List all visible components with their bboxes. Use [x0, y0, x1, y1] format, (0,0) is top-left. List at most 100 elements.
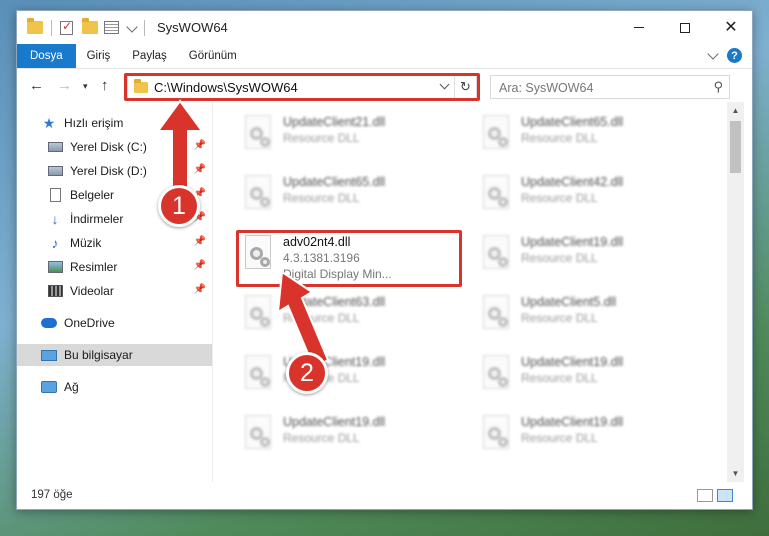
music-icon: ♪: [51, 235, 59, 251]
close-button[interactable]: ✕: [708, 11, 754, 44]
file-item[interactable]: UpdateClient65.dll Resource DLL: [473, 111, 698, 163]
file-item[interactable]: UpdateClient21.dll Resource DLL: [235, 111, 460, 163]
sidebar-item-network[interactable]: Ağ: [17, 376, 212, 398]
maximize-icon: [680, 22, 690, 33]
file-type: Resource DLL: [283, 131, 360, 145]
customize-toolbar-chevron-icon[interactable]: [126, 20, 138, 33]
tab-home[interactable]: Giriş: [76, 44, 122, 68]
sidebar-item-label: Belgeler: [70, 188, 115, 202]
file-type: Resource DLL: [521, 191, 598, 205]
file-type: Resource DLL: [283, 431, 360, 445]
sidebar-item-label: Yerel Disk (D:): [70, 164, 147, 178]
maximize-button[interactable]: [662, 11, 708, 44]
item-count: 197 öğe: [31, 489, 73, 501]
help-icon[interactable]: ?: [727, 48, 742, 63]
sidebar-item-videos[interactable]: Videolar 📌: [17, 280, 212, 302]
window-title: SysWOW64: [157, 20, 228, 35]
dll-file-icon: [241, 415, 275, 457]
drive-icon: [47, 140, 63, 154]
dll-file-icon: [479, 175, 513, 217]
recent-locations-chevron-icon[interactable]: ▾: [83, 81, 88, 92]
search-box[interactable]: Ara: SysWOW64 ⚲: [490, 75, 730, 99]
file-name: UpdateClient42.dll: [521, 175, 624, 189]
explorer-window: SysWOW64 ✕ Dosya Giriş Paylaş Görünüm ? …: [16, 10, 753, 510]
expand-ribbon-chevron-icon[interactable]: [707, 48, 719, 60]
tab-share[interactable]: Paylaş: [121, 44, 178, 68]
pictures-icon: [47, 260, 63, 274]
new-folder-icon[interactable]: [82, 18, 98, 35]
ribbon-tabs: Dosya Giriş Paylaş Görünüm: [17, 44, 752, 68]
folder-icon: [27, 18, 43, 35]
sidebar-item-this-pc[interactable]: Bu bilgisayar: [17, 344, 212, 366]
file-name: UpdateClient19.dll: [521, 355, 624, 369]
star-icon: ★: [42, 114, 56, 131]
minimize-button[interactable]: [616, 11, 662, 44]
file-type: Resource DLL: [521, 251, 598, 265]
dll-file-icon: [479, 235, 513, 277]
file-name: UpdateClient65.dll: [283, 175, 386, 189]
pin-icon[interactable]: 📌: [194, 260, 206, 271]
search-input[interactable]: Ara: SysWOW64: [499, 81, 593, 95]
file-item[interactable]: UpdateClient42.dll Resource DLL: [473, 171, 698, 223]
pin-icon[interactable]: 📌: [194, 236, 206, 247]
scroll-thumb[interactable]: [730, 121, 741, 173]
sidebar-item-label: OneDrive: [64, 316, 115, 330]
sidebar-item-label: Resimler: [70, 260, 118, 274]
download-icon: ↓: [51, 211, 59, 227]
close-icon: ✕: [724, 18, 738, 36]
file-item[interactable]: UpdateClient19.dll Resource DLL: [235, 411, 460, 463]
properties-list-icon[interactable]: [104, 21, 120, 35]
properties-check-icon[interactable]: [60, 19, 76, 35]
toolbar-separator: [144, 20, 145, 36]
tab-view[interactable]: Görünüm: [178, 44, 248, 68]
title-bar: SysWOW64 ✕: [17, 11, 752, 44]
videos-icon: [47, 284, 63, 298]
dll-file-icon: [241, 175, 275, 217]
file-type: Resource DLL: [521, 431, 598, 445]
step1-badge: 1: [158, 185, 200, 227]
file-item[interactable]: UpdateClient5.dll Resource DLL: [473, 291, 698, 343]
up-arrow-icon[interactable]: ↑: [101, 77, 109, 94]
step2-badge: 2: [286, 352, 328, 394]
sidebar-item-onedrive[interactable]: OneDrive: [17, 312, 212, 334]
ribbon-help-area: ?: [707, 48, 742, 63]
sidebar-item-label: İndirmeler: [70, 212, 124, 226]
sidebar-item-label: Hızlı erişim: [64, 116, 124, 130]
sidebar-item-pictures[interactable]: Resimler 📌: [17, 256, 212, 278]
file-name: UpdateClient5.dll: [521, 295, 617, 309]
status-bar: 197 öğe: [17, 483, 752, 509]
scroll-down-arrow-icon[interactable]: ▼: [727, 465, 744, 482]
file-item[interactable]: UpdateClient19.dll Resource DLL: [473, 411, 698, 463]
large-icons-view-icon[interactable]: [717, 489, 733, 502]
sidebar-item-label: Videolar: [70, 284, 114, 298]
file-type: Resource DLL: [521, 311, 598, 325]
search-icon[interactable]: ⚲: [713, 79, 723, 95]
file-type: Resource DLL: [521, 371, 598, 385]
back-arrow-icon[interactable]: ←: [29, 77, 44, 94]
toolbar-separator: [51, 20, 52, 36]
sidebar-item-music[interactable]: ♪ Müzik 📌: [17, 232, 212, 254]
scroll-up-arrow-icon[interactable]: ▲: [727, 102, 744, 119]
file-name: UpdateClient65.dll: [521, 115, 624, 129]
pane-divider[interactable]: [212, 102, 213, 482]
dll-file-icon: [479, 355, 513, 397]
minimize-icon: [634, 27, 644, 28]
details-view-icon[interactable]: [697, 489, 713, 502]
tab-file[interactable]: Dosya: [17, 44, 76, 68]
network-icon: [41, 380, 57, 394]
quick-access-toolbar: [27, 18, 153, 37]
pin-icon[interactable]: 📌: [194, 284, 206, 295]
file-item[interactable]: UpdateClient65.dll Resource DLL: [235, 171, 460, 223]
file-type: Resource DLL: [283, 191, 360, 205]
file-name: UpdateClient19.dll: [521, 235, 624, 249]
vertical-scrollbar[interactable]: ▲ ▼: [727, 102, 744, 482]
sidebar-item-label: Bu bilgisayar: [64, 348, 133, 362]
drive-icon: [47, 164, 63, 178]
file-item[interactable]: UpdateClient19.dll Resource DLL: [473, 351, 698, 403]
sidebar-item-label: Müzik: [70, 236, 102, 250]
sidebar-item-label: Ağ: [64, 380, 79, 394]
file-item[interactable]: UpdateClient19.dll Resource DLL: [473, 231, 698, 283]
forward-arrow-icon[interactable]: →: [57, 77, 72, 94]
file-name: UpdateClient19.dll: [521, 415, 624, 429]
dll-file-icon: [479, 295, 513, 337]
